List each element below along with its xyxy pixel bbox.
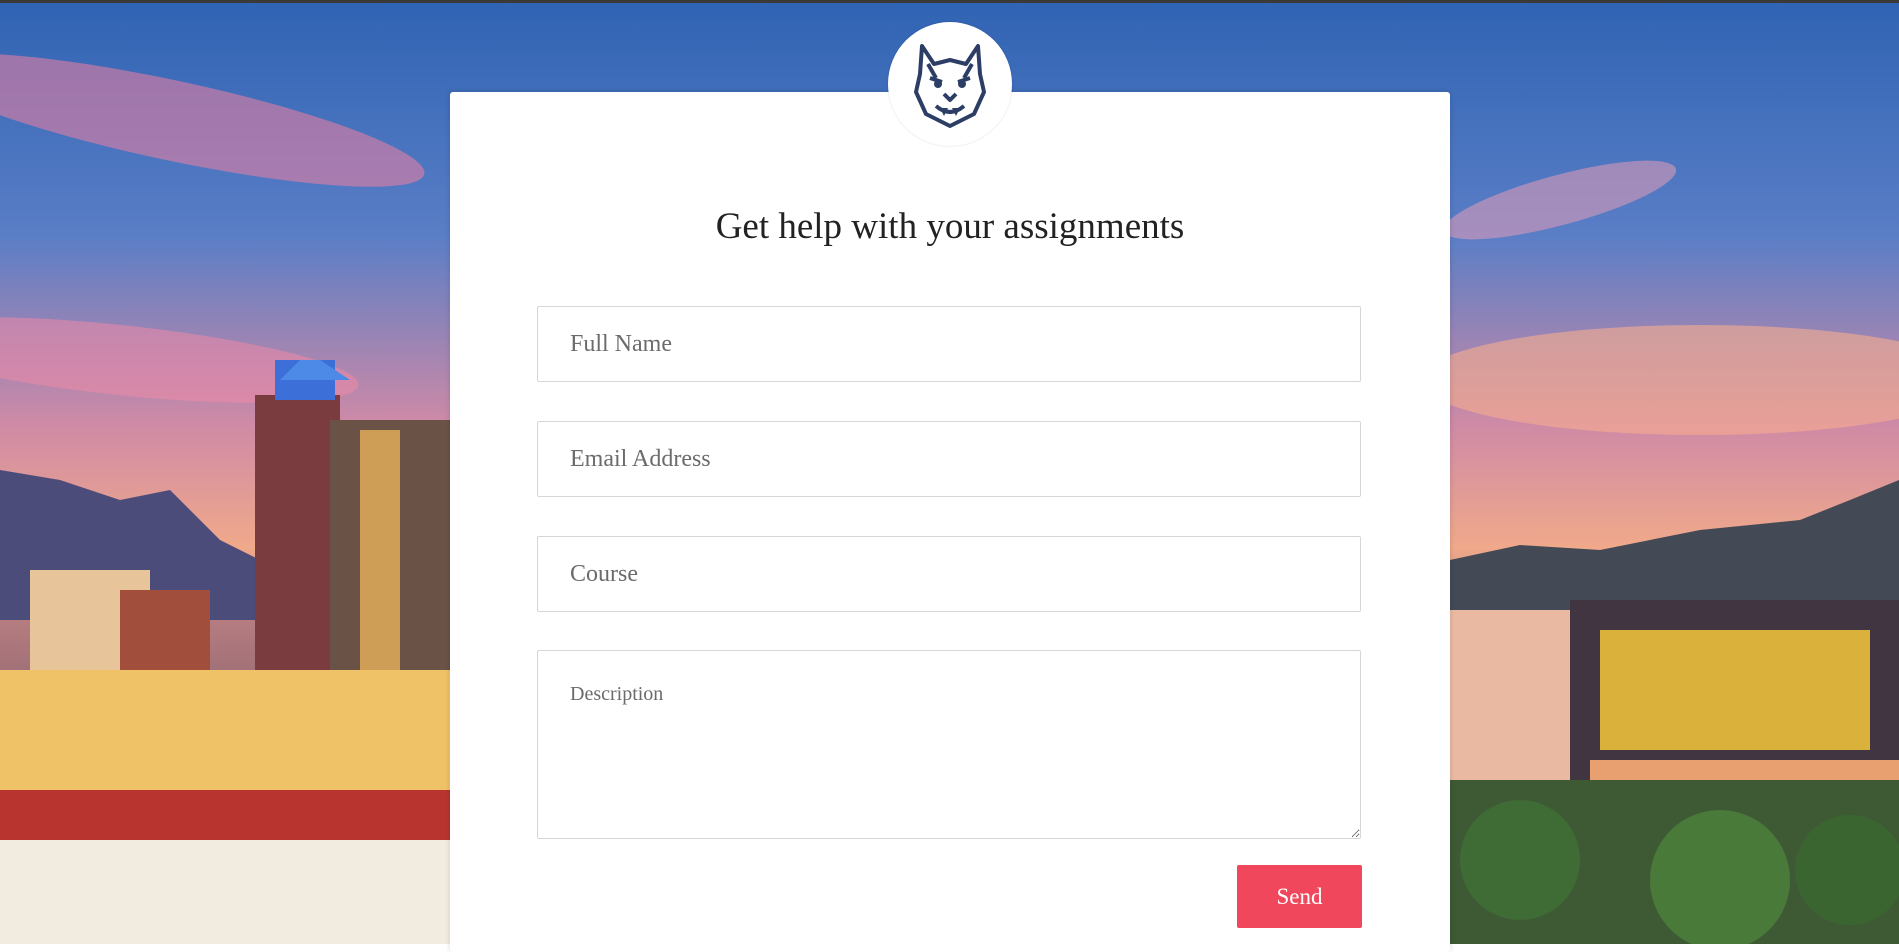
full-name-input[interactable]: [537, 306, 1361, 382]
description-textarea[interactable]: [537, 650, 1361, 839]
send-button[interactable]: Send: [1237, 865, 1362, 928]
course-input[interactable]: [537, 536, 1361, 612]
wildcat-mascot-icon: [914, 44, 986, 128]
page-title: Get help with your assignments: [715, 206, 1185, 247]
logo-badge: [888, 22, 1012, 146]
email-address-input[interactable]: [537, 421, 1361, 497]
browser-top-edge: [0, 0, 1899, 3]
